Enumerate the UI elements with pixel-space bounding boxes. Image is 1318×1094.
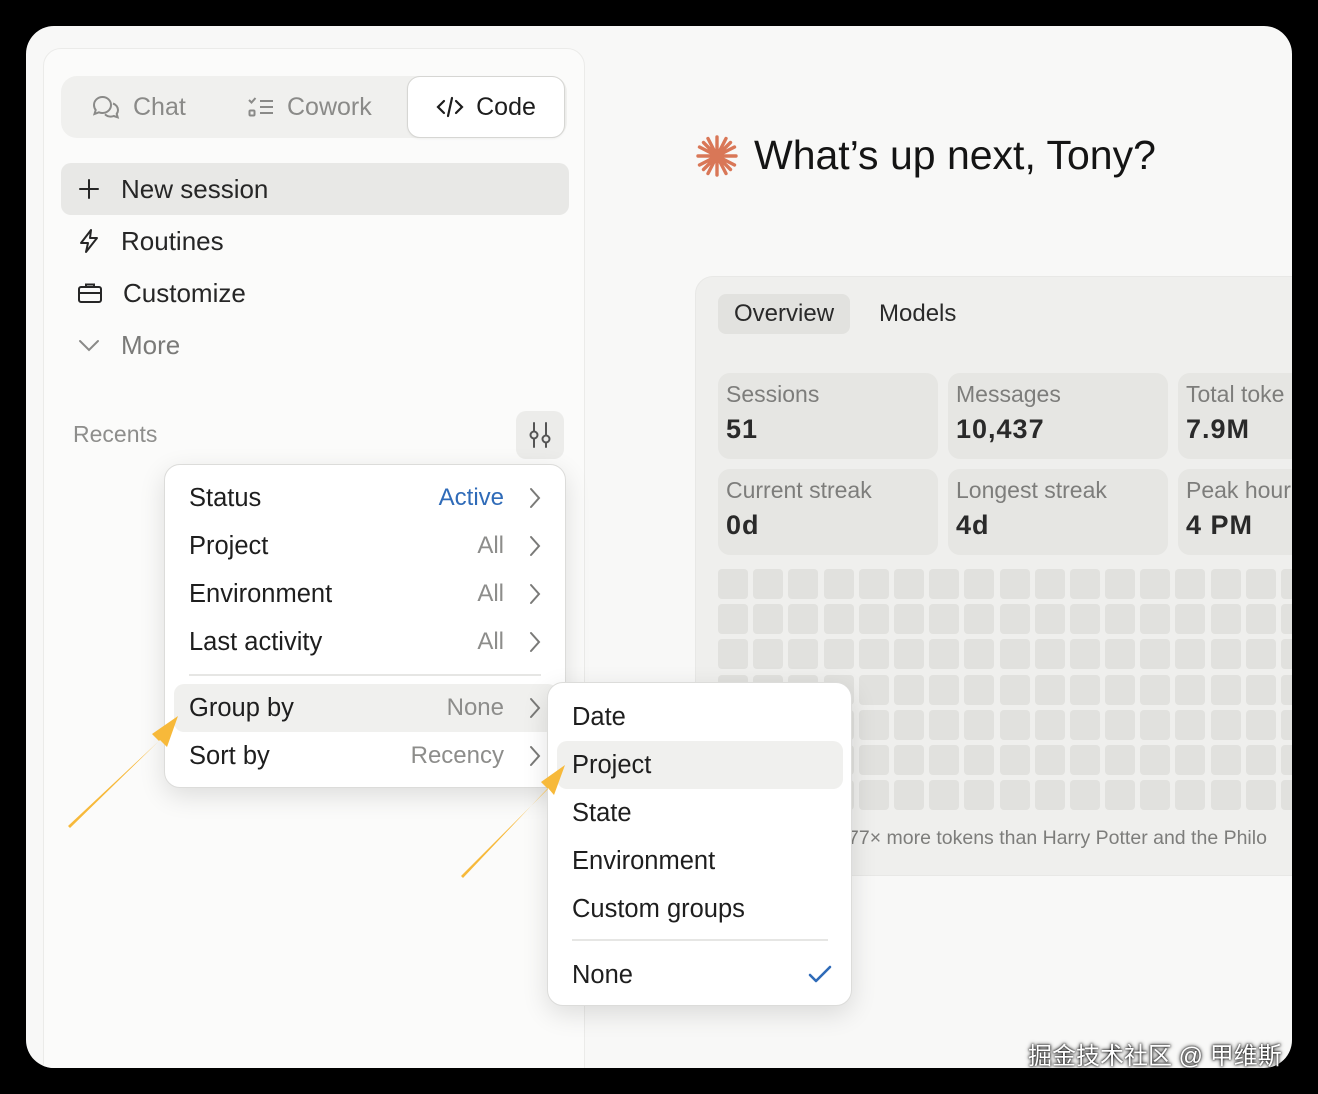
annotation-arrow-icon (68, 716, 178, 828)
annotation-arrow-icon (461, 765, 565, 878)
app-window: Chat Cowork Code New session Routines Cu… (26, 26, 1292, 1068)
annotation-arrows (68, 716, 565, 878)
watermark: 掘金技术社区 @ 甲维斯 (1028, 1043, 1282, 1070)
